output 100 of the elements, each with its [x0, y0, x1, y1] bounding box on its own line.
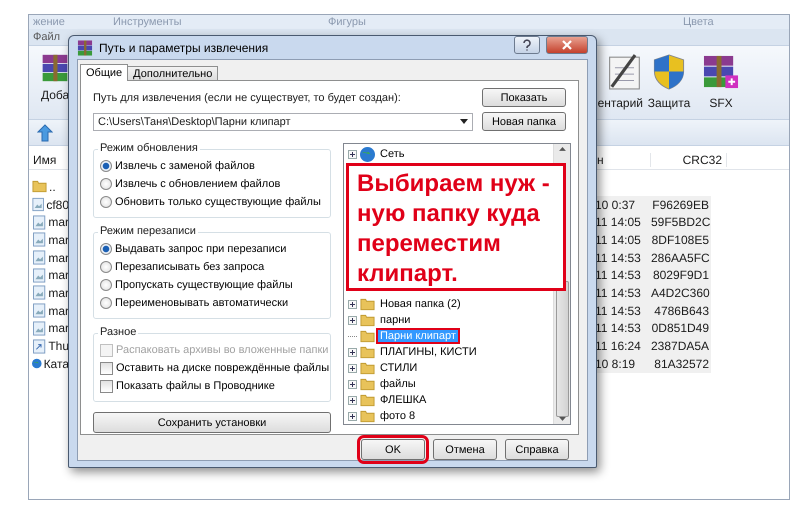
- checkbox[interactable]: [100, 362, 113, 374]
- file-name[interactable]: mar: [48, 304, 69, 318]
- toolbar-label: Доба: [41, 88, 70, 102]
- tab[interactable]: Дополнительно: [127, 66, 218, 81]
- toolbar-button[interactable]: ентарий: [591, 54, 643, 110]
- network-globe-icon: [360, 146, 375, 162]
- option-label: Выдавать запрос при перезаписи: [115, 243, 286, 255]
- file-name[interactable]: cf80: [46, 198, 69, 212]
- file-name[interactable]: mar: [48, 232, 69, 247]
- image-file-icon: [32, 214, 46, 230]
- crc-cell-text: 8DF108E5: [651, 232, 710, 247]
- radio-button[interactable]: [100, 196, 112, 208]
- crc-cell: 286AA5FC: [651, 250, 711, 265]
- expand-icon[interactable]: [348, 300, 357, 308]
- option-label: Извлечь с заменой файлов: [115, 160, 255, 172]
- image-file-icon: [32, 197, 44, 212]
- menu-item[interactable]: Файл: [33, 31, 60, 43]
- path-label: Путь для извлечения (если не существует, то будет создан):: [93, 92, 402, 104]
- expand-icon[interactable]: [348, 396, 357, 404]
- expand-icon[interactable]: [348, 348, 357, 356]
- toolbar-button[interactable]: Доба: [41, 54, 71, 102]
- file-name[interactable]: mar: [48, 215, 69, 230]
- expand-icon[interactable]: [348, 316, 357, 324]
- close-button[interactable]: [546, 36, 588, 54]
- ribbon-group-label: Инструменты: [113, 15, 183, 29]
- image-file-icon: [32, 268, 46, 283]
- tab[interactable]: Общие: [80, 64, 128, 81]
- file-name[interactable]: mar: [48, 268, 69, 282]
- radio-button[interactable]: [100, 279, 112, 291]
- option-label: Оставить на диске повреждённые файлы: [116, 362, 330, 374]
- group-title: Режим обновления: [98, 142, 200, 154]
- folder-icon: [360, 312, 375, 328]
- crc-cell: A4D2C360: [651, 286, 711, 300]
- tree-item[interactable]: СТИЛИ: [378, 362, 420, 374]
- expand-icon[interactable]: [348, 150, 357, 158]
- file-name[interactable]: Ката: [44, 356, 69, 371]
- image-file-icon: [32, 320, 46, 336]
- option-label: Показать файлы в Проводнике: [116, 380, 275, 392]
- notepad-pen-icon: [607, 54, 643, 90]
- tree-item[interactable]: ФЛЕШКА: [378, 394, 428, 406]
- checkbox[interactable]: [100, 380, 113, 392]
- up-arrow-icon[interactable]: [37, 124, 53, 142]
- file-name[interactable]: mar: [48, 250, 69, 265]
- radio-button[interactable]: [100, 243, 112, 255]
- folder-icon: [360, 360, 375, 376]
- folder-icon: [360, 376, 375, 392]
- help-button[interactable]: [514, 36, 540, 54]
- save-settings-button[interactable]: Сохранить установки: [93, 412, 331, 433]
- column-header[interactable]: CRC32: [651, 153, 727, 167]
- option-label: Переименовывать автоматически: [115, 297, 288, 309]
- annotation-callout: Выбираем нуж - ную папку куда переместим клипарт.: [346, 163, 566, 291]
- crc-cell-text: 0D851D49: [651, 321, 710, 336]
- file-name[interactable]: ..: [49, 180, 56, 194]
- file-name[interactable]: mar: [48, 286, 69, 300]
- tree-item[interactable]: фото 8: [378, 410, 418, 422]
- books-icon: [41, 54, 69, 82]
- dialog-title: Путь и параметры извлечения: [99, 40, 268, 54]
- path-combo-field[interactable]: C:\Users\Таня\Desktop\Парни клипарт: [93, 112, 473, 130]
- help-icon: [522, 38, 532, 50]
- books-icon: [77, 40, 93, 56]
- tree-item[interactable]: парни: [378, 314, 412, 326]
- image-file-icon: [32, 232, 46, 248]
- ribbon-group-label: Цвета: [683, 15, 715, 29]
- tree-item[interactable]: Сеть: [378, 148, 406, 160]
- image-file-icon: [32, 285, 46, 300]
- radio-button[interactable]: [100, 160, 112, 172]
- radio-button[interactable]: [100, 261, 112, 273]
- shield-icon: [651, 54, 687, 90]
- option-label: Извлечь с обновлением файлов: [115, 178, 280, 190]
- scroll-thumb[interactable]: [556, 280, 568, 418]
- toolbar-label: ентарий: [598, 96, 643, 110]
- dialog-button[interactable]: Отмена: [433, 439, 497, 460]
- radio-button[interactable]: [100, 297, 112, 309]
- ribbon-group-label: Фигуры: [328, 15, 367, 29]
- group-title: Режим перезаписи: [98, 225, 198, 237]
- crc-cell-text: F96269EB: [651, 198, 710, 212]
- globe-icon: [32, 356, 42, 372]
- expand-icon[interactable]: [348, 364, 357, 372]
- toolbar-button[interactable]: SFX: [695, 54, 747, 110]
- tree-item[interactable]: файлы: [378, 378, 418, 390]
- radio-button[interactable]: [100, 178, 112, 190]
- file-name[interactable]: Thu: [48, 339, 69, 354]
- expand-icon[interactable]: [348, 380, 357, 388]
- tree-item[interactable]: Новая папка (2): [378, 298, 463, 310]
- folder-icon: [360, 328, 375, 344]
- option-label: Распаковать архивы во вложенные папки: [116, 344, 328, 356]
- image-file-icon: [32, 250, 46, 266]
- folder-icon: [360, 392, 375, 408]
- group-title: Разное: [98, 326, 138, 338]
- tree-item[interactable]: ПЛАГИНЫ, КИСТИ: [378, 346, 479, 358]
- file-name[interactable]: mar: [48, 321, 69, 336]
- dropdown-arrow-icon: [460, 119, 468, 124]
- dialog-button[interactable]: Справка: [505, 439, 569, 460]
- option-label: Пропускать существующие файлы: [115, 279, 293, 291]
- expand-icon[interactable]: [348, 412, 357, 420]
- new-folder-button[interactable]: Новая папка: [482, 112, 566, 131]
- toolbar-button[interactable]: Защита: [643, 54, 695, 110]
- show-button[interactable]: Показать: [482, 88, 566, 107]
- crc-cell-text: 2387DA5A: [651, 339, 710, 354]
- shortcut-file-icon: [32, 338, 46, 354]
